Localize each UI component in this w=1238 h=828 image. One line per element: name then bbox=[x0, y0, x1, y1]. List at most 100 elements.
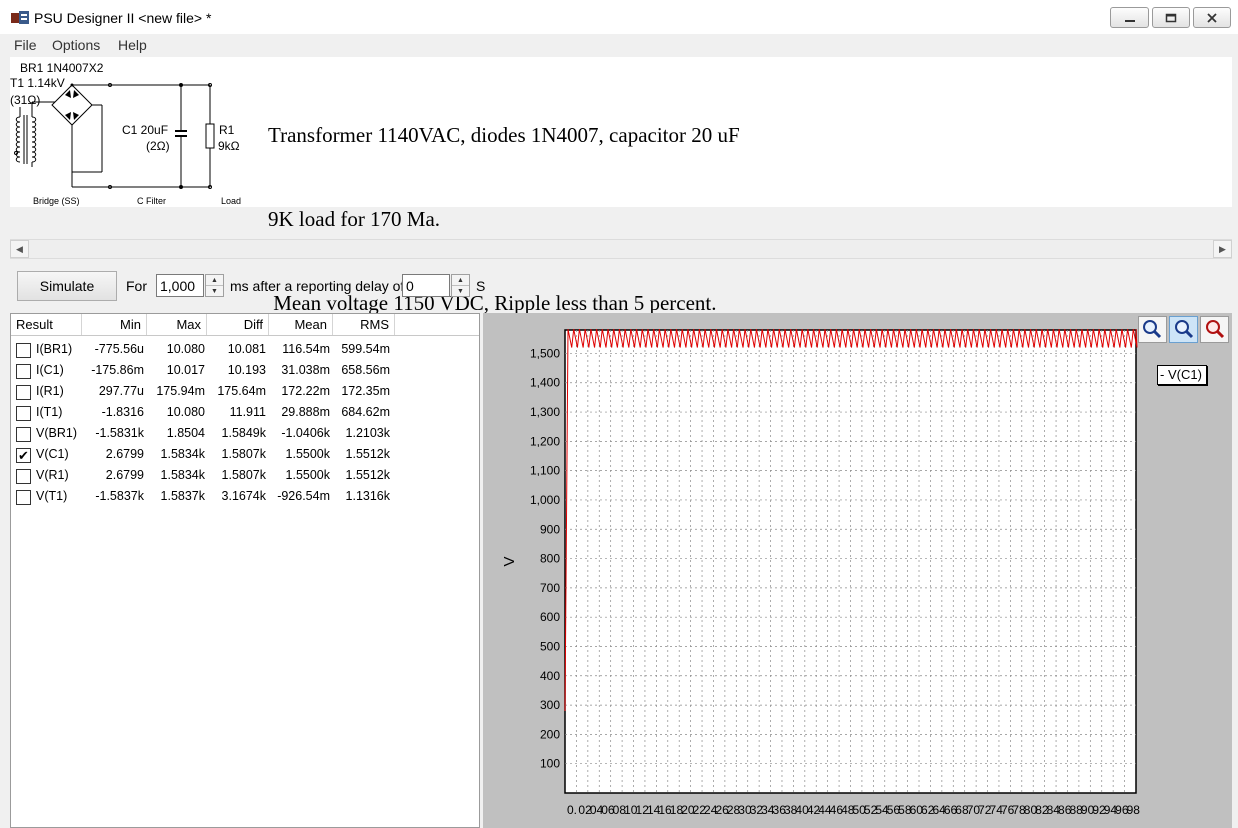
table-row[interactable]: ✔ V(C1) 2.6799 1.5834k 1.5807k 1.5500k 1.5512k bbox=[11, 445, 479, 466]
voltage-chart[interactable]: 100 200 300 400 500 600 700 800 900 1,000 1,100 1,2… bbox=[483, 313, 1232, 828]
close-icon bbox=[1207, 12, 1217, 23]
simulate-button[interactable]: Simulate bbox=[17, 271, 117, 301]
y-tick-label: 1,400 bbox=[530, 376, 560, 390]
scroll-left-button[interactable]: ◀ bbox=[10, 240, 29, 258]
section-filter: C Filter bbox=[137, 196, 166, 206]
chart-legend: - V(C1) bbox=[1157, 365, 1207, 385]
section-bridge: Bridge (SS) bbox=[33, 196, 80, 206]
result-checkbox[interactable] bbox=[16, 343, 31, 358]
cell-max: 1.5837k bbox=[160, 489, 205, 503]
cell-rms: 1.5512k bbox=[345, 468, 390, 482]
cell-rms: 599.54m bbox=[341, 342, 390, 356]
zoom-fit-button[interactable] bbox=[1169, 316, 1198, 343]
y-axis-label: V bbox=[501, 556, 518, 566]
table-row[interactable]: I(T1) -1.8316 10.080 11.911 29.888m 684.62m bbox=[11, 403, 479, 424]
cell-rms: 1.1316k bbox=[345, 489, 390, 503]
cell-rms: 1.5512k bbox=[345, 447, 390, 461]
header-result[interactable]: Result bbox=[11, 314, 82, 335]
result-checkbox[interactable] bbox=[16, 364, 31, 379]
notes-line: 9K load for 170 Ma. bbox=[268, 207, 441, 231]
legend-dash: - bbox=[1160, 367, 1168, 382]
stepper-down-icon[interactable]: ▼ bbox=[206, 286, 223, 297]
header-mean[interactable]: Mean bbox=[269, 314, 333, 335]
cell-mean: 172.22m bbox=[281, 384, 330, 398]
y-tick-label: 100 bbox=[540, 757, 560, 771]
menu-file[interactable]: File bbox=[14, 37, 37, 53]
cell-mean: 29.888m bbox=[281, 405, 330, 419]
header-min[interactable]: Min bbox=[82, 314, 147, 335]
zoom-reset-button[interactable] bbox=[1200, 316, 1229, 343]
header-diff[interactable]: Diff bbox=[207, 314, 269, 335]
header-rms[interactable]: RMS bbox=[333, 314, 395, 335]
result-checkbox[interactable] bbox=[16, 427, 31, 442]
load-value: 9kΩ bbox=[218, 139, 240, 153]
cell-min: 2.6799 bbox=[105, 447, 144, 461]
cell-max: 10.080 bbox=[166, 405, 205, 419]
scroll-right-button[interactable]: ▶ bbox=[1213, 240, 1232, 258]
cell-rms: 684.62m bbox=[341, 405, 390, 419]
cell-max: 1.5834k bbox=[160, 447, 205, 461]
y-tick-label: 900 bbox=[540, 522, 560, 536]
seconds-label: S bbox=[476, 278, 486, 294]
duration-stepper[interactable]: ▲ ▼ bbox=[205, 274, 224, 297]
cell-diff: 10.193 bbox=[227, 363, 266, 377]
cell-min: 297.77u bbox=[98, 384, 144, 398]
duration-input[interactable] bbox=[156, 274, 204, 297]
result-checkbox[interactable]: ✔ bbox=[16, 448, 31, 463]
horizontal-scrollbar[interactable]: ◀ ▶ bbox=[10, 239, 1232, 259]
cell-min: -175.86m bbox=[91, 363, 144, 377]
cell-max: 1.8504 bbox=[166, 426, 205, 440]
cell-rms: 1.2103k bbox=[345, 426, 390, 440]
table-row[interactable]: V(R1) 2.6799 1.5834k 1.5807k 1.5500k 1.5512k bbox=[11, 466, 479, 487]
cell-mean: 31.038m bbox=[281, 363, 330, 377]
transformer-resistance: (31Ω) bbox=[10, 93, 40, 107]
stepper-up-icon[interactable]: ▲ bbox=[206, 275, 223, 286]
cell-diff: 11.911 bbox=[229, 405, 266, 419]
menu-help[interactable]: Help bbox=[118, 37, 147, 53]
cell-mean: 1.5500k bbox=[285, 447, 330, 461]
chevron-left-icon: ◀ bbox=[16, 243, 23, 254]
delay-stepper[interactable]: ▲ ▼ bbox=[451, 274, 470, 297]
minimize-button[interactable] bbox=[1110, 7, 1149, 28]
chart-panel: 100 200 300 400 500 600 700 800 900 1,000 1,100 1,2… bbox=[483, 313, 1232, 828]
y-tick-label: 700 bbox=[540, 581, 560, 595]
result-checkbox[interactable] bbox=[16, 469, 31, 484]
results-header: Result Min Max Diff Mean RMS bbox=[11, 314, 479, 336]
y-tick-label: 800 bbox=[540, 552, 560, 566]
x-tick-label: 98 bbox=[1127, 803, 1141, 817]
cell-mean: 1.5500k bbox=[285, 468, 330, 482]
result-checkbox[interactable] bbox=[16, 406, 31, 421]
cell-max: 175.94m bbox=[156, 384, 205, 398]
menu-options[interactable]: Options bbox=[52, 37, 100, 53]
x-tick-label: 0. bbox=[567, 803, 577, 817]
cell-rms: 172.35m bbox=[341, 384, 390, 398]
schematic-panel: BR1 1N4007X2 T1 1.14kV (31Ω) C1 20uF (2Ω… bbox=[10, 57, 1232, 315]
cell-diff: 10.081 bbox=[227, 342, 266, 356]
table-row[interactable]: V(BR1) -1.5831k 1.8504 1.5849k -1.0406k 1.210… bbox=[11, 424, 479, 445]
cell-diff: 1.5849k bbox=[221, 426, 266, 440]
result-checkbox[interactable] bbox=[16, 385, 31, 400]
table-row[interactable]: V(T1) -1.5837k 1.5837k 3.1674k -926.54m 1.131… bbox=[11, 487, 479, 508]
header-max[interactable]: Max bbox=[147, 314, 207, 335]
cell-min: -1.5831k bbox=[95, 426, 144, 440]
stepper-up-icon[interactable]: ▲ bbox=[452, 275, 469, 286]
close-button[interactable] bbox=[1193, 7, 1231, 28]
cell-diff: 1.5807k bbox=[221, 447, 266, 461]
capacitor-label: C1 20uF bbox=[122, 123, 168, 137]
result-checkbox[interactable] bbox=[16, 490, 31, 505]
for-label: For bbox=[126, 278, 147, 294]
zoom-in-button[interactable] bbox=[1138, 316, 1167, 343]
delay-input[interactable] bbox=[402, 274, 450, 297]
cell-diff: 175.64m bbox=[217, 384, 266, 398]
table-row[interactable]: I(R1) 297.77u 175.94m 175.64m 172.22m 172.35m bbox=[11, 382, 479, 403]
maximize-button[interactable] bbox=[1152, 7, 1190, 28]
y-tick-label: 1,500 bbox=[530, 346, 560, 360]
table-row[interactable]: I(C1) -175.86m 10.017 10.193 31.038m 658.56m bbox=[11, 361, 479, 382]
chevron-right-icon: ▶ bbox=[1219, 243, 1226, 254]
table-row[interactable]: I(BR1) -775.56u 10.080 10.081 116.54m 599.54m bbox=[11, 340, 479, 361]
circuit-schematic[interactable]: BR1 1N4007X2 T1 1.14kV (31Ω) C1 20uF (2Ω… bbox=[10, 57, 255, 207]
y-tick-label: 600 bbox=[540, 610, 560, 624]
cell-max: 1.5834k bbox=[160, 468, 205, 482]
load-label: R1 bbox=[219, 123, 235, 137]
stepper-down-icon[interactable]: ▼ bbox=[452, 286, 469, 297]
